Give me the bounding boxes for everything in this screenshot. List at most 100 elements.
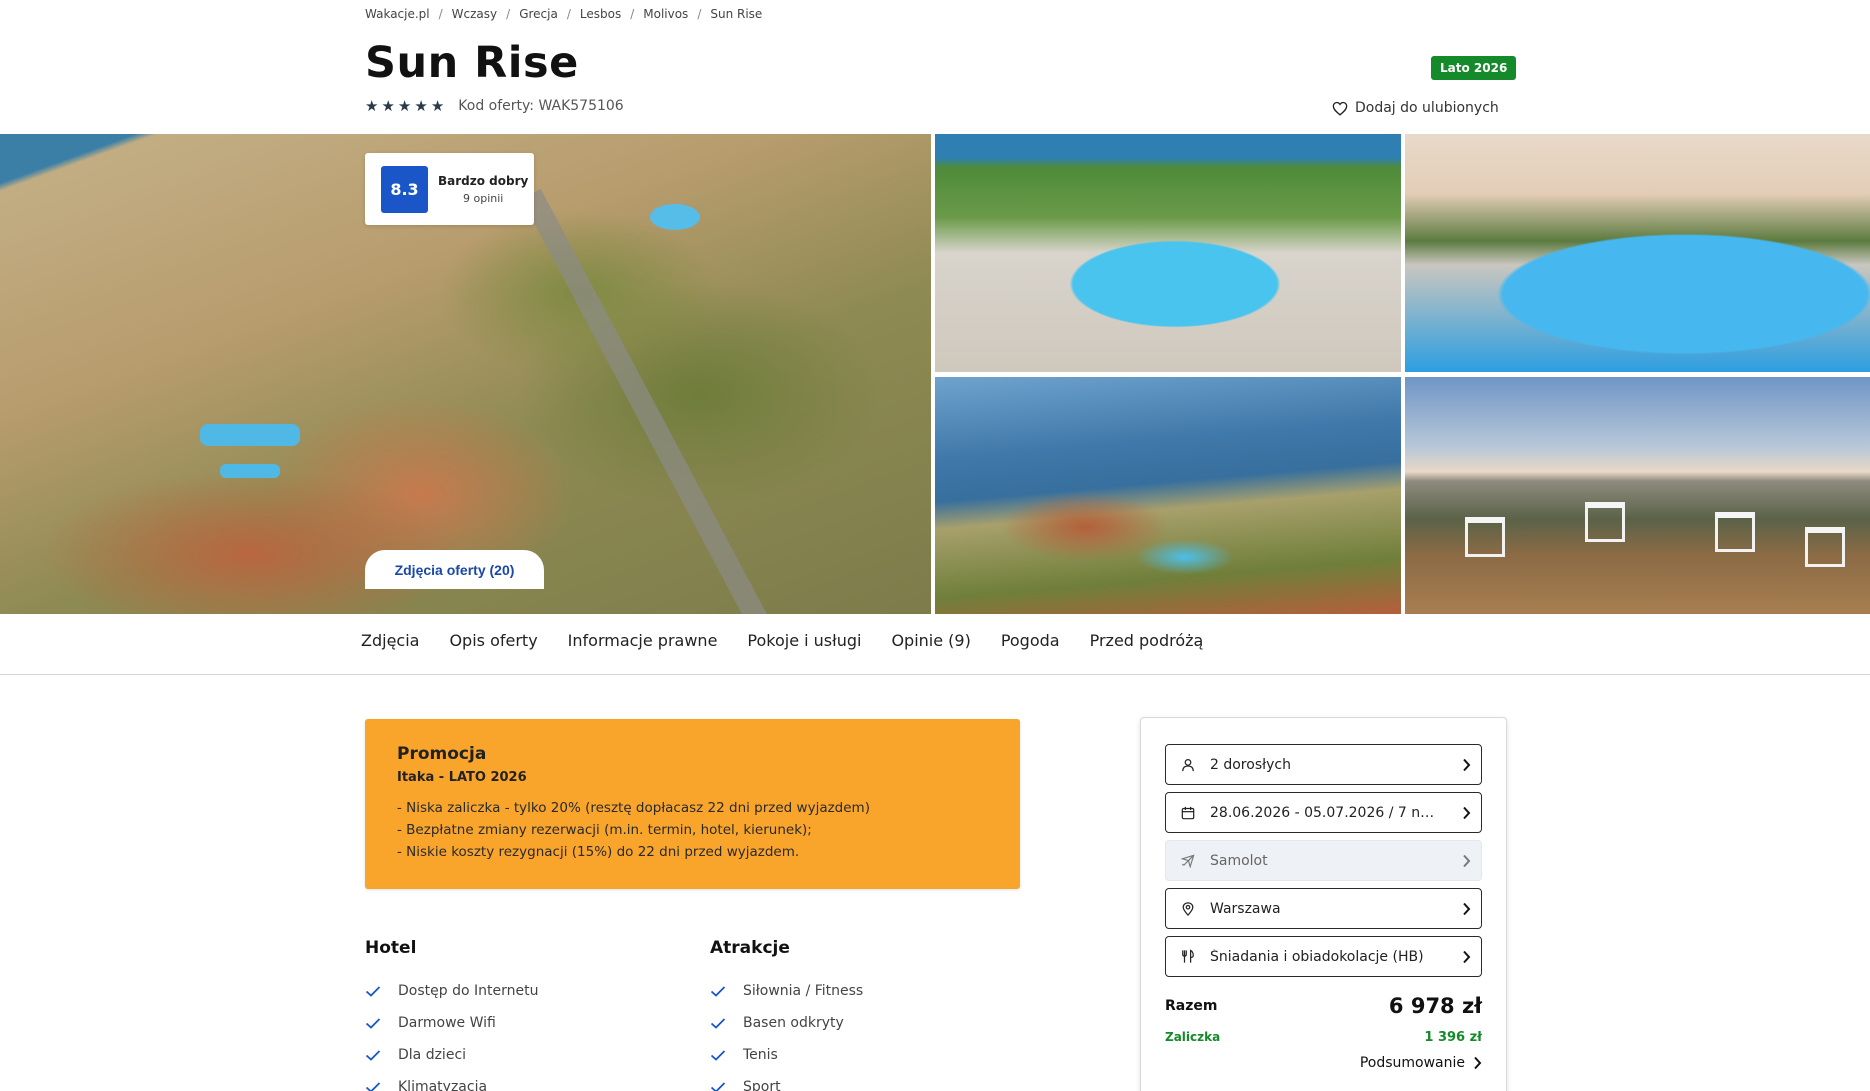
check-icon xyxy=(710,1018,726,1029)
feature-label: Basen odkryty xyxy=(743,1015,844,1031)
rating-card[interactable]: 8.3 Bardzo dobry 9 opinii xyxy=(365,153,534,225)
offer-tabs: Zdjęcia Opis oferty Informacje prawne Po… xyxy=(361,631,1233,655)
photo-detail xyxy=(521,188,785,614)
check-icon xyxy=(710,986,726,997)
promo-subtitle: Itaka - LATO 2026 xyxy=(397,770,527,785)
photo-detail xyxy=(1465,517,1505,557)
travelers-value: 2 dorosłych xyxy=(1210,756,1291,773)
chevron-right-icon xyxy=(1451,950,1481,964)
breadcrumb-lesbos[interactable]: Lesbos xyxy=(580,7,621,21)
list-item: Darmowe Wifi xyxy=(365,1007,665,1039)
tab-legal[interactable]: Informacje prawne xyxy=(568,631,718,655)
feature-label: Darmowe Wifi xyxy=(398,1015,496,1031)
attraction-features: Atrakcje Siłownia / Fitness Basen odkryt… xyxy=(710,938,1010,1091)
tab-rooms[interactable]: Pokoje i usługi xyxy=(747,631,861,655)
board-select[interactable]: Śniadania i obiadokolacje (HB) xyxy=(1165,936,1482,977)
breadcrumb-separator: / xyxy=(630,7,635,21)
season-badge: Lato 2026 xyxy=(1431,56,1517,80)
breadcrumb: Wakacje.pl / Wczasy / Grecja / Lesbos / … xyxy=(365,4,1505,24)
feature-label: Dostęp do Internetu xyxy=(398,983,539,999)
tab-reviews[interactable]: Opinie (9) xyxy=(891,631,970,655)
summary-label: Podsumowanie xyxy=(1359,1055,1465,1071)
calendar-icon xyxy=(1181,806,1197,820)
breadcrumb-wczasy[interactable]: Wczasy xyxy=(452,7,497,21)
photo-detail xyxy=(1585,502,1625,542)
deposit-label: Zaliczka xyxy=(1165,1030,1221,1044)
promo-title: Promocja xyxy=(397,744,487,764)
location-pin-icon xyxy=(1181,901,1197,916)
promo-line: - Bezpłatne zmiany rezerwacji (m.in. ter… xyxy=(397,822,812,838)
chevron-right-icon xyxy=(1451,806,1481,820)
photo-detail xyxy=(1805,527,1845,567)
gallery-photo-pool[interactable] xyxy=(935,134,1401,372)
rating-score: 8.3 xyxy=(381,165,428,213)
list-item: Dla dzieci xyxy=(365,1039,665,1071)
check-icon xyxy=(710,1082,726,1091)
tab-description[interactable]: Opis oferty xyxy=(449,631,537,655)
star-icon: ★ xyxy=(397,96,412,115)
photo-detail xyxy=(220,464,280,478)
promo-line: - Niska zaliczka - tylko 20% (resztę dop… xyxy=(397,800,870,816)
travelers-select[interactable]: 2 dorosłych xyxy=(1165,744,1482,785)
hotel-features: Hotel Dostęp do Internetu Darmowe Wifi D… xyxy=(365,938,665,1091)
gallery-photo-terrace[interactable] xyxy=(1405,377,1870,614)
summary-link[interactable]: Podsumowanie xyxy=(1360,1055,1482,1071)
list-item: Siłownia / Fitness xyxy=(710,975,1010,1007)
chevron-right-icon xyxy=(1451,854,1481,868)
dates-value: 28.06.2026 - 05.07.2026 / 7 nocy xyxy=(1210,804,1445,821)
divider xyxy=(0,674,1870,675)
chevron-right-icon xyxy=(1451,758,1481,772)
promo-line: - Niskie koszty rezygnacji (15%) do 22 d… xyxy=(397,844,800,860)
chevron-right-icon xyxy=(1474,1056,1482,1070)
tab-photos[interactable]: Zdjęcia xyxy=(361,631,419,655)
breadcrumb-separator: / xyxy=(438,7,443,21)
feature-label: Dla dzieci xyxy=(398,1047,467,1063)
total-price: 6 978 zł xyxy=(1388,994,1482,1018)
photos-button[interactable]: Zdjęcia oferty (20) xyxy=(365,550,544,589)
promo-box: Promocja Itaka - LATO 2026 - Niska zalic… xyxy=(365,719,1020,889)
check-icon xyxy=(710,1050,726,1061)
gallery-photo-coast[interactable] xyxy=(935,377,1401,614)
check-icon xyxy=(365,1018,381,1029)
rating-count: 9 opinii xyxy=(462,191,504,205)
hotel-title: Sun Rise xyxy=(365,38,579,88)
photo-detail xyxy=(200,424,300,446)
chevron-right-icon xyxy=(1451,902,1481,916)
favorites-label: Dodaj do ulubionych xyxy=(1355,100,1499,116)
hotel-stars: ★ ★ ★ ★ ★ xyxy=(365,96,445,115)
feature-label: Siłownia / Fitness xyxy=(743,983,864,999)
list-item: Dostęp do Internetu xyxy=(365,975,665,1007)
fork-knife-icon xyxy=(1181,949,1197,964)
rating-label: Bardzo dobry xyxy=(438,173,529,188)
offer-code: Kod oferty: WAK575106 xyxy=(458,98,624,114)
feature-label: Sport xyxy=(743,1079,781,1091)
breadcrumb-molivos[interactable]: Molivos xyxy=(643,7,688,21)
breadcrumb-separator: / xyxy=(506,7,511,21)
board-value: Śniadania i obiadokolacje (HB) xyxy=(1210,948,1424,965)
check-icon xyxy=(365,1082,381,1091)
add-to-favorites-button[interactable]: Dodaj do ulubionych xyxy=(1332,97,1499,119)
breadcrumb-home[interactable]: Wakacje.pl xyxy=(365,7,430,21)
photo-detail xyxy=(1715,512,1755,552)
breadcrumb-separator: / xyxy=(566,7,571,21)
breadcrumb-separator: / xyxy=(697,7,702,21)
features-title: Atrakcje xyxy=(710,938,790,958)
photo-detail xyxy=(650,204,700,230)
photo-gallery xyxy=(0,134,1870,614)
breadcrumb-grecja[interactable]: Grecja xyxy=(519,7,558,21)
tab-before-travel[interactable]: Przed podróżą xyxy=(1090,631,1204,655)
dates-select[interactable]: 28.06.2026 - 05.07.2026 / 7 nocy xyxy=(1165,792,1482,833)
deposit-price: 1 396 zł xyxy=(1424,1030,1482,1045)
tab-weather[interactable]: Pogoda xyxy=(1001,631,1060,655)
gallery-photo-pool-2[interactable] xyxy=(1405,134,1870,372)
list-item: Basen odkryty xyxy=(710,1007,1010,1039)
check-icon xyxy=(365,1050,381,1061)
breadcrumb-current: Sun Rise xyxy=(710,7,763,21)
feature-label: Klimatyzacja xyxy=(398,1079,488,1091)
star-icon: ★ xyxy=(430,96,445,115)
transport-select[interactable]: Samolot xyxy=(1165,840,1482,881)
departure-select[interactable]: Warszawa xyxy=(1165,888,1482,929)
departure-value: Warszawa xyxy=(1210,900,1281,917)
features-title: Hotel xyxy=(365,938,417,958)
list-item: Klimatyzacja xyxy=(365,1071,665,1091)
